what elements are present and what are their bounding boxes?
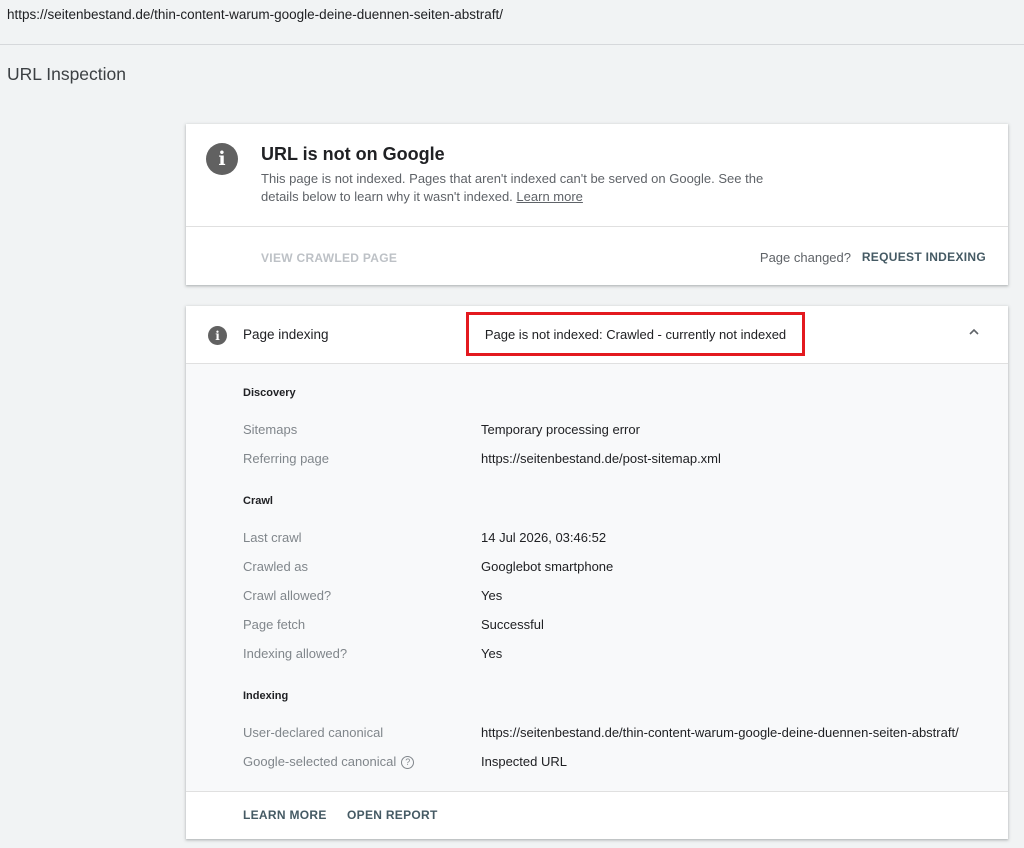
indexing-heading: Indexing xyxy=(243,690,289,702)
sitemaps-value: Temporary processing error xyxy=(481,422,640,437)
crawl-allowed-value: Yes xyxy=(481,588,503,603)
google-canonical-label: Google-selected canonical xyxy=(243,754,397,769)
page-indexing-details: Discovery Sitemaps Temporary processing … xyxy=(186,364,1008,792)
summary-title: URL is not on Google xyxy=(261,144,445,164)
address-bar[interactable]: https://seitenbestand.de/thin-content-wa… xyxy=(0,0,1024,45)
crawl-allowed-label: Crawl allowed? xyxy=(243,588,332,603)
referring-page-label: Referring page xyxy=(243,451,329,466)
discovery-heading: Discovery xyxy=(243,387,296,399)
learn-more-link[interactable]: Learn more xyxy=(516,189,582,204)
info-icon: i xyxy=(208,326,227,345)
crawled-as-value: Googlebot smartphone xyxy=(481,559,614,574)
google-canonical-value: Inspected URL xyxy=(481,754,567,769)
summary-card-actions: VIEW CRAWLED PAGE Page changed? REQUEST … xyxy=(186,227,1008,284)
summary-card-header: i URL is not on Google This page is not … xyxy=(186,124,1008,227)
page-changed-label: Page changed? xyxy=(759,250,851,265)
google-canonical-label-row: Google-selected canonical? xyxy=(243,754,415,769)
page-indexing-label: Page indexing xyxy=(243,327,329,342)
page-fetch-value: Successful xyxy=(481,617,544,632)
page-title: URL Inspection xyxy=(7,64,126,84)
page-indexing-card: i Page indexing Page is not indexed: Cra… xyxy=(186,306,1008,839)
chevron-up-icon[interactable] xyxy=(968,326,980,338)
crawl-heading: Crawl xyxy=(243,495,273,507)
help-icon[interactable]: ? xyxy=(401,755,415,769)
open-report-button[interactable]: OPEN REPORT xyxy=(347,808,438,822)
summary-description-text: This page is not indexed. Pages that are… xyxy=(261,171,764,204)
last-crawl-value: 14 Jul 2026, 03:46:52 xyxy=(481,530,607,545)
info-icon: i xyxy=(206,143,238,175)
indexing-allowed-value: Yes xyxy=(481,646,503,661)
address-bar-url[interactable]: https://seitenbestand.de/thin-content-wa… xyxy=(7,7,503,22)
page-indexing-footer: LEARN MORE OPEN REPORT xyxy=(186,792,1008,838)
summary-description: This page is not indexed. Pages that are… xyxy=(261,170,801,206)
page-fetch-label: Page fetch xyxy=(243,617,306,632)
indexing-status-highlight: Page is not indexed: Crawled - currently… xyxy=(466,312,805,356)
indexing-allowed-label: Indexing allowed? xyxy=(243,646,348,661)
user-canonical-value: https://seitenbestand.de/thin-content-wa… xyxy=(481,725,959,740)
request-indexing-button[interactable]: REQUEST INDEXING xyxy=(862,250,986,264)
crawled-as-label: Crawled as xyxy=(243,559,309,574)
sitemaps-label: Sitemaps xyxy=(243,422,298,437)
indexing-status: Page is not indexed: Crawled - currently… xyxy=(484,326,787,342)
view-crawled-page-button[interactable]: VIEW CRAWLED PAGE xyxy=(261,251,397,265)
summary-card: i URL is not on Google This page is not … xyxy=(186,124,1008,285)
page-indexing-header[interactable]: i Page indexing Page is not indexed: Cra… xyxy=(186,306,1008,364)
user-canonical-label: User-declared canonical xyxy=(243,725,384,740)
last-crawl-label: Last crawl xyxy=(243,530,302,545)
learn-more-button[interactable]: LEARN MORE xyxy=(243,808,327,822)
referring-page-value: https://seitenbestand.de/post-sitemap.xm… xyxy=(481,451,721,466)
